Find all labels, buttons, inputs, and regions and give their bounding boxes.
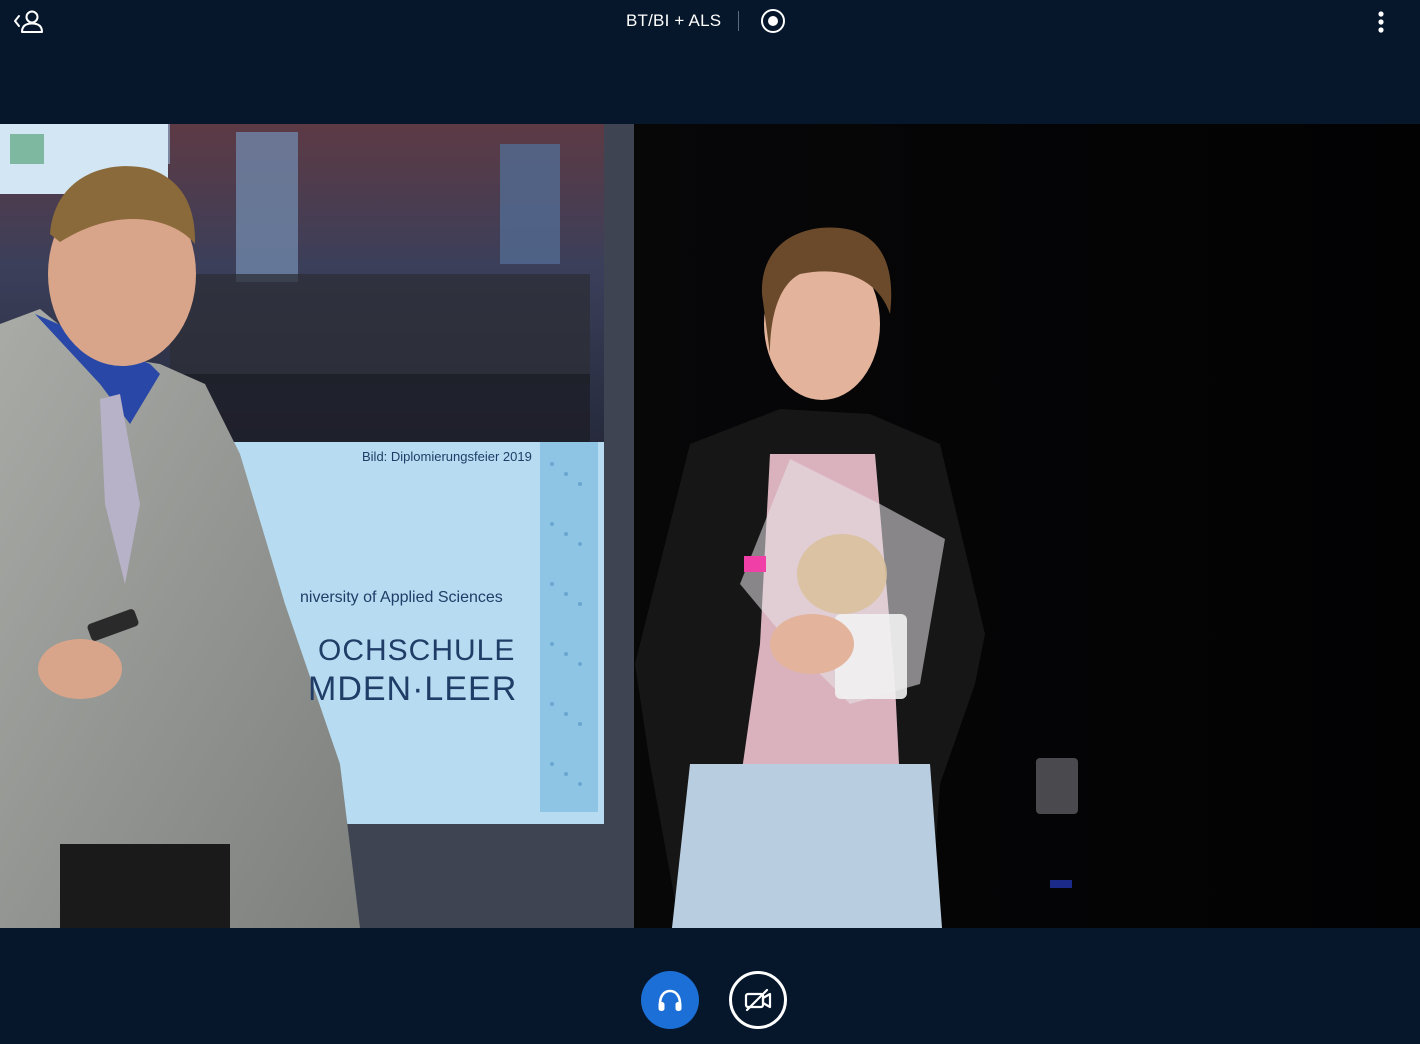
headphones-icon [658, 989, 682, 1011]
share-webcam-button[interactable] [729, 971, 787, 1029]
leave-audio-button[interactable] [641, 971, 699, 1029]
record-icon [761, 9, 785, 33]
media-controls [0, 928, 1420, 1044]
top-bar: BT/BI + ALS [0, 0, 1420, 44]
user-list-toggle[interactable] [12, 6, 46, 36]
vertical-dots-icon [1378, 11, 1384, 33]
record-button[interactable] [760, 8, 786, 34]
slide-brand-line-2: MDEN·LEER [308, 670, 518, 708]
user-list-toggle-icon [14, 10, 43, 33]
camera-off-icon [744, 988, 772, 1012]
slide-caption: Bild: Diplomierungsfeier 2019 [362, 449, 532, 464]
slide-brand-line-1: OCHSCHULE [318, 634, 516, 667]
conference-app: BT/BI + ALS Bild: Diplomierungsfeier 201… [0, 0, 1420, 1044]
meeting-title: BT/BI + ALS [626, 11, 722, 30]
video-frame [0, 124, 1420, 928]
options-menu-button[interactable] [1369, 8, 1393, 36]
slide-university-line: niversity of Applied Sciences [300, 589, 503, 606]
video-stream[interactable]: Bild: Diplomierungsfeier 2019 niversity … [0, 124, 1420, 928]
title-divider [738, 11, 739, 31]
